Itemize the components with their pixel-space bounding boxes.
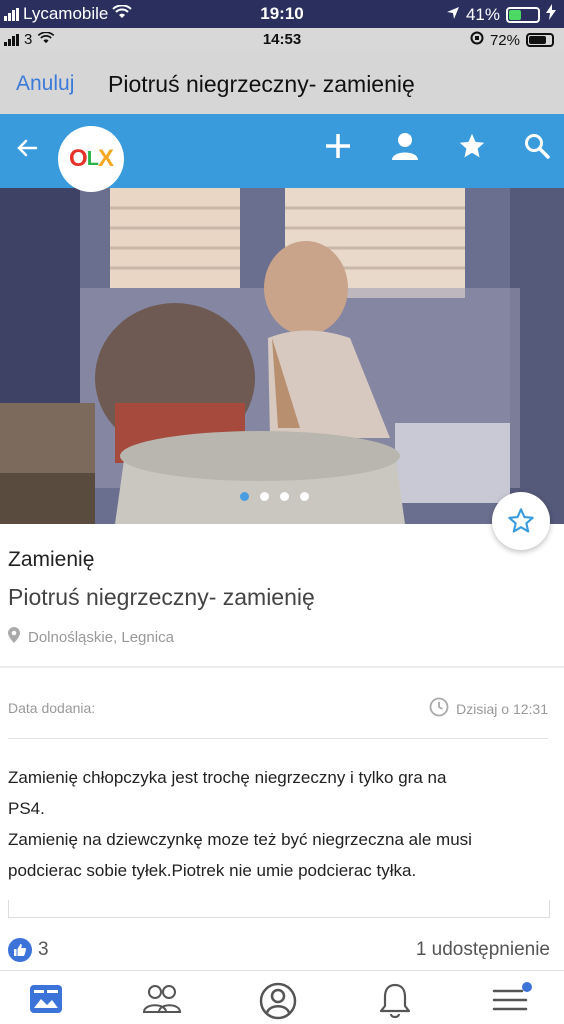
battery-percent: 41% bbox=[465, 4, 500, 24]
news-feed-icon[interactable] bbox=[28, 981, 64, 1022]
page-dot[interactable] bbox=[260, 492, 269, 501]
listing-title: Piotruś niegrzeczny- zamienię bbox=[8, 584, 315, 610]
back-arrow-icon[interactable] bbox=[16, 134, 38, 166]
listing-description: Zamienię chłopczyka jest trochę niegrzec… bbox=[8, 762, 548, 886]
battery-percent: 72% bbox=[489, 31, 520, 49]
page-dot[interactable] bbox=[280, 492, 289, 501]
cancel-button[interactable]: Anuluj bbox=[16, 72, 74, 96]
search-icon[interactable] bbox=[524, 133, 550, 159]
charging-icon bbox=[546, 4, 556, 25]
star-outline-icon bbox=[508, 508, 534, 533]
menu-icon[interactable] bbox=[490, 981, 532, 1022]
inner-status-bar: 3 14:53 72% bbox=[0, 28, 564, 52]
date-label: Data dodania: bbox=[8, 700, 96, 716]
location-text: Dolnośląskie, Legnica bbox=[28, 628, 174, 646]
star-icon[interactable] bbox=[458, 132, 486, 160]
bottom-nav bbox=[0, 970, 564, 1024]
favorite-button[interactable] bbox=[492, 492, 550, 550]
outer-status-bar: Lycamobile 19:10 41% bbox=[0, 0, 564, 28]
share-count[interactable]: 1 udostępnienie bbox=[416, 939, 550, 961]
page-dot[interactable] bbox=[300, 492, 309, 501]
battery-icon bbox=[506, 6, 540, 23]
clock-icon bbox=[429, 697, 449, 720]
share-title: Piotruś niegrzeczny- zamienię bbox=[108, 71, 415, 97]
description-card-edge bbox=[8, 900, 550, 918]
description-line: PS4. bbox=[8, 799, 45, 818]
groups-icon[interactable] bbox=[142, 981, 182, 1022]
listing-photo[interactable] bbox=[0, 188, 564, 524]
rotation-lock-icon bbox=[470, 31, 484, 49]
user-icon[interactable] bbox=[390, 132, 420, 160]
share-header: Anuluj Piotruś niegrzeczny- zamienię bbox=[0, 52, 564, 114]
divider bbox=[0, 666, 564, 668]
profile-icon[interactable] bbox=[258, 981, 298, 1024]
add-listing-button[interactable] bbox=[324, 132, 352, 160]
description-line: Zamienię na dziewczynkę moze też być nie… bbox=[8, 830, 472, 849]
description-line: podcierac sobie tyłek.Piotrek nie umie p… bbox=[8, 861, 417, 880]
description-line: Zamienię chłopczyka jest trochę niegrzec… bbox=[8, 768, 447, 787]
like-icon[interactable] bbox=[8, 938, 32, 962]
battery-icon bbox=[526, 33, 554, 47]
date-value: Dzisiaj o 12:31 bbox=[429, 697, 548, 720]
divider bbox=[8, 738, 548, 739]
photo-pagination bbox=[240, 492, 309, 501]
location-arrow-icon bbox=[446, 5, 460, 25]
map-pin-icon bbox=[8, 627, 20, 647]
date-text: Dzisiaj o 12:31 bbox=[456, 700, 548, 717]
like-count[interactable]: 3 bbox=[38, 939, 49, 961]
photo-illustration bbox=[0, 188, 564, 524]
location: Dolnośląskie, Legnica bbox=[8, 627, 174, 647]
olx-logo[interactable]: OLX bbox=[58, 126, 124, 192]
category-label[interactable]: Zamienię bbox=[8, 548, 94, 572]
notifications-bell-icon[interactable] bbox=[376, 981, 414, 1024]
page-dot[interactable] bbox=[240, 492, 249, 501]
